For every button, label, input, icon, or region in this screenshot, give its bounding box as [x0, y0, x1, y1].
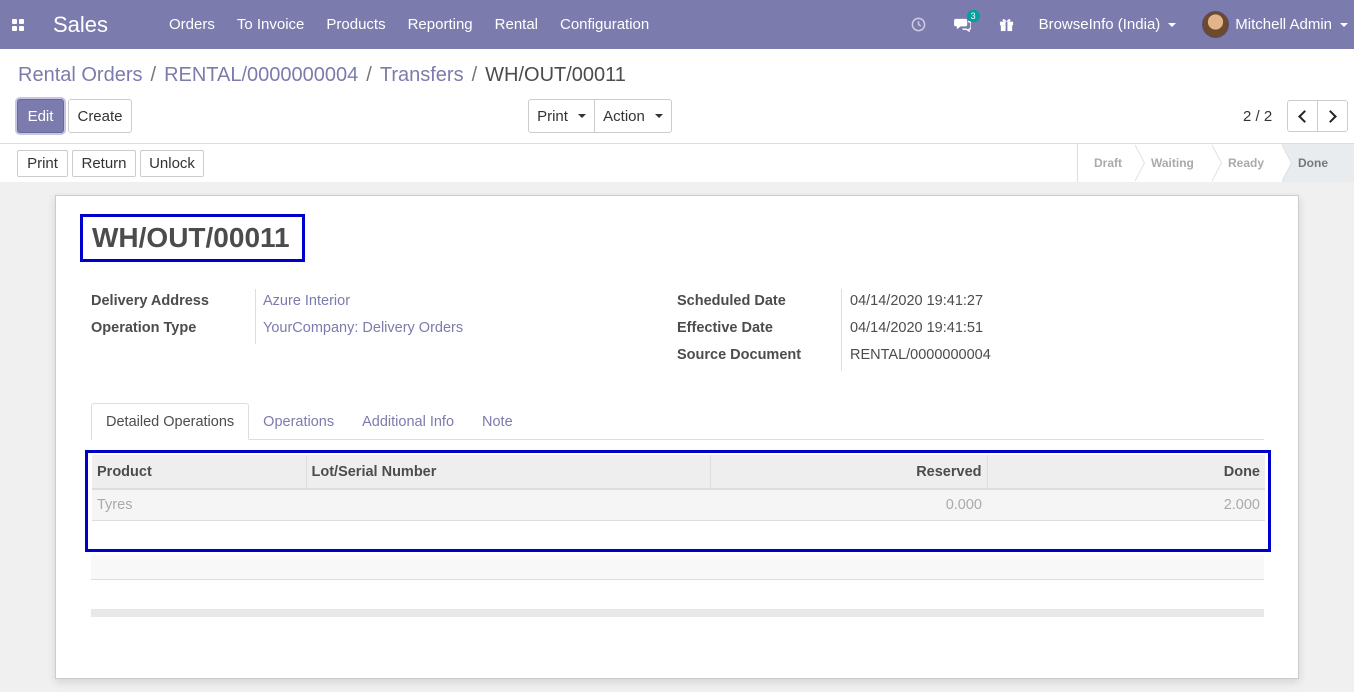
stage-ready[interactable]: Ready [1212, 144, 1292, 182]
detailed-operations-table: Product Lot/Serial Number Reserved Done … [92, 455, 1265, 521]
top-navbar: Sales Orders To Invoice Products Reporti… [0, 0, 1354, 49]
column-done[interactable]: Done [987, 455, 1265, 489]
breadcrumb-rental-orders[interactable]: Rental Orders [18, 64, 143, 87]
breadcrumb-separator: / [366, 64, 372, 86]
company-switcher[interactable]: BrowseInfo (India) [1039, 16, 1177, 33]
avatar [1202, 11, 1230, 38]
scheduled-date-label: Scheduled Date [677, 292, 786, 309]
cell-product: Tyres [97, 496, 133, 513]
tab-note[interactable]: Note [468, 403, 527, 440]
cell-done: 2.000 [1223, 496, 1260, 513]
breadcrumb-separator: / [471, 64, 478, 86]
operations-table-highlight: Product Lot/Serial Number Reserved Done … [85, 450, 1271, 552]
stage-ready-label: Ready [1228, 156, 1265, 170]
print-dropdown-label: Print [537, 107, 568, 125]
tab-additional-info[interactable]: Additional Info [348, 403, 468, 440]
source-document-value: RENTAL/0000000004 [850, 346, 991, 363]
breadcrumb-rental-order[interactable]: RENTAL/0000000004 [164, 64, 358, 87]
right-field-group: Scheduled Date 04/14/2020 19:41:27 Effec… [677, 287, 991, 368]
print-button[interactable]: Print [17, 150, 68, 177]
breadcrumb: Rental Orders / RENTAL/0000000004 / Tran… [18, 64, 626, 87]
form-sheet: WH/OUT/00011 Delivery Address Azure Inte… [55, 195, 1299, 679]
empty-row [91, 581, 1264, 610]
scheduled-date-value: 04/14/2020 19:41:27 [850, 292, 984, 309]
menu-configuration[interactable]: Configuration [549, 0, 660, 49]
chevron-down-icon [1340, 22, 1348, 27]
chevron-down-icon [654, 114, 663, 118]
stage-waiting[interactable]: Waiting [1135, 144, 1222, 182]
empty-row [91, 555, 1264, 580]
delivery-address-value[interactable]: Azure Interior [263, 293, 350, 309]
table-footer [91, 609, 1264, 617]
stage-waiting-label: Waiting [1151, 156, 1194, 170]
return-button[interactable]: Return [72, 150, 136, 177]
field-divider [255, 289, 256, 344]
breadcrumb-current: WH/OUT/00011 [485, 64, 626, 86]
pager-value[interactable]: 2 / 2 [1243, 108, 1272, 125]
delivery-address-label: Delivery Address [91, 292, 209, 309]
source-document-label: Source Document [677, 346, 802, 363]
stage-done[interactable]: Done [1282, 144, 1354, 182]
chevron-down-icon [577, 114, 586, 118]
field-divider [841, 289, 842, 371]
unlock-button[interactable]: Unlock [140, 150, 204, 177]
chevron-left-icon [1298, 109, 1311, 123]
breadcrumb-separator: / [150, 64, 157, 86]
breadcrumb-transfers[interactable]: Transfers [380, 64, 464, 87]
form-statusbar: Print Return Unlock Draft Waiting Ready … [0, 143, 1354, 182]
record-title: WH/OUT/00011 [92, 222, 290, 253]
chevron-down-icon [1168, 22, 1177, 27]
action-dropdown[interactable]: Action [594, 99, 672, 133]
table-header-row: Product Lot/Serial Number Reserved Done [92, 455, 1265, 489]
print-dropdown[interactable]: Print [528, 99, 595, 133]
menu-orders[interactable]: Orders [158, 0, 226, 49]
notebook-tabs: Detailed Operations Operations Additiona… [91, 403, 1264, 440]
tab-operations[interactable]: Operations [249, 403, 348, 440]
edit-button[interactable]: Edit [17, 99, 64, 133]
stage-draft[interactable]: Draft [1078, 144, 1145, 182]
table-row[interactable]: Tyres 0.000 2.000 [92, 489, 1265, 520]
menu-rental[interactable]: Rental [484, 0, 549, 49]
stage-bar: Draft Waiting Ready Done [1077, 144, 1354, 182]
user-menu[interactable]: Mitchell Admin [1202, 11, 1354, 38]
gift-icon[interactable] [992, 0, 1022, 49]
cell-reserved: 0.000 [945, 496, 982, 513]
pager-previous-button[interactable] [1287, 100, 1318, 132]
tab-detailed-operations[interactable]: Detailed Operations [91, 403, 250, 440]
pager-next-button[interactable] [1317, 100, 1348, 132]
stage-draft-label: Draft [1094, 156, 1123, 170]
menu-to-invoice[interactable]: To Invoice [226, 0, 316, 49]
chevron-right-icon [1324, 109, 1337, 123]
action-dropdown-label: Action [603, 107, 645, 125]
left-field-group: Delivery Address Azure Interior Operatio… [91, 287, 463, 341]
clock-icon[interactable] [904, 0, 934, 49]
column-lot-serial[interactable]: Lot/Serial Number [306, 455, 711, 489]
stage-done-label: Done [1298, 156, 1328, 170]
record-title-highlight: WH/OUT/00011 [80, 214, 305, 262]
operation-type-label: Operation Type [91, 319, 197, 336]
user-name: Mitchell Admin [1235, 16, 1332, 33]
apps-menu-icon[interactable] [0, 0, 36, 49]
effective-date-value: 04/14/2020 19:41:51 [850, 319, 984, 336]
operation-type-value[interactable]: YourCompany: Delivery Orders [263, 320, 463, 336]
app-name[interactable]: Sales [53, 12, 158, 38]
column-product[interactable]: Product [92, 455, 307, 489]
menu-products[interactable]: Products [315, 0, 396, 49]
menu-reporting[interactable]: Reporting [397, 0, 484, 49]
column-reserved[interactable]: Reserved [710, 455, 988, 489]
effective-date-label: Effective Date [677, 319, 773, 336]
company-name: BrowseInfo (India) [1038, 16, 1161, 33]
main-menu: Orders To Invoice Products Reporting Ren… [158, 0, 660, 49]
message-count-badge: 3 [966, 10, 980, 22]
cell-lot [306, 489, 710, 520]
create-button[interactable]: Create [68, 99, 132, 133]
chat-icon[interactable]: 3 [948, 0, 980, 49]
